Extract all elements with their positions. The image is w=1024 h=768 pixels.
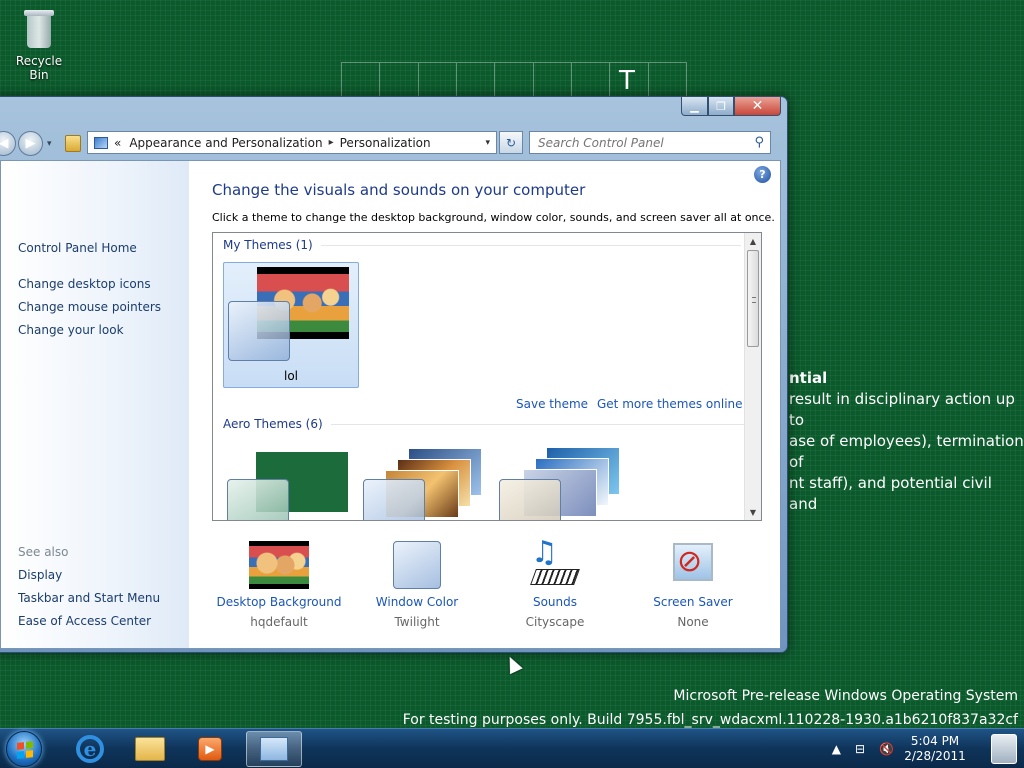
content-area: Control Panel Home Change desktop icons …	[0, 160, 781, 649]
theme-name: lol	[283, 369, 298, 383]
internet-explorer-icon: e	[76, 735, 104, 763]
watermark-line: Microsoft Pre-release Windows Operating …	[673, 688, 1018, 704]
background-text-line: nt staff), and potential civil and	[789, 474, 992, 513]
background-text-line: result in disciplinary action up to	[789, 390, 1015, 429]
breadcrumb-appearance[interactable]: Appearance and Personalization	[129, 136, 322, 150]
desktop-background-setting[interactable]: Desktop Background hqdefault	[209, 541, 349, 629]
window-color-label[interactable]: Window Color	[347, 595, 487, 609]
theme-list-scrollbar[interactable]: ▲ ▼	[744, 233, 761, 520]
change-mouse-pointers-link[interactable]: Change mouse pointers	[18, 300, 161, 314]
get-more-themes-link[interactable]: Get more themes online	[597, 397, 743, 411]
taskbar-clock[interactable]: 5:04 PM 2/28/2011	[904, 734, 966, 764]
see-also-heading: See also	[18, 545, 69, 559]
theme-list: My Themes (1) lol Save theme Get more th…	[212, 232, 762, 521]
page-subtitle: Click a theme to change the desktop back…	[212, 211, 775, 224]
forward-button[interactable]: ▶	[18, 131, 43, 156]
refresh-button[interactable]: ↻	[499, 131, 523, 154]
aero-themes-label: Aero Themes (6)	[223, 417, 323, 431]
address-bar[interactable]: « Appearance and Personalization ▸ Perso…	[87, 131, 497, 154]
recycle-bin[interactable]: Recycle Bin	[6, 6, 72, 82]
maximize-button[interactable]: ❐	[708, 97, 734, 116]
my-themes-label: My Themes (1)	[223, 238, 313, 252]
sounds-icon: ♫	[525, 535, 585, 589]
control-panel-icon	[260, 737, 288, 761]
back-button[interactable]: ◀	[0, 131, 16, 156]
search-box[interactable]: ⚲	[529, 131, 771, 154]
folder-icon	[135, 737, 165, 761]
volume-muted-icon[interactable]: 🔇	[879, 742, 894, 756]
search-input[interactable]	[538, 135, 738, 150]
recycle-bin-icon	[22, 6, 56, 50]
media-player-icon: ▶	[198, 737, 222, 761]
notification-area: ▲ ⊟ 🔇	[818, 729, 894, 768]
taskbar-internet-explorer[interactable]: e	[62, 731, 118, 767]
my-themes-heading: My Themes (1)	[223, 238, 741, 252]
start-button[interactable]	[6, 731, 42, 767]
clock-date: 2/28/2011	[904, 749, 966, 763]
scroll-thumb[interactable]	[747, 250, 759, 347]
window-color-value: Twilight	[394, 615, 440, 629]
breadcrumb-separator-icon[interactable]: ▸	[329, 137, 334, 148]
theme-color-swatch	[227, 479, 289, 520]
desktop-background-label[interactable]: Desktop Background	[209, 595, 349, 609]
sounds-value: Cityscape	[525, 615, 585, 629]
theme-color-swatch	[228, 301, 290, 361]
sounds-label[interactable]: Sounds	[485, 595, 625, 609]
desktop-grid-decoration	[341, 62, 687, 98]
user-avatar-icon	[991, 734, 1017, 764]
caption-buttons: ▁ ❐ ✕	[681, 97, 781, 116]
window-color-setting[interactable]: Window Color Twilight	[347, 541, 487, 629]
background-text: ntial result in disciplinary action up t…	[789, 368, 1024, 515]
recent-pages-dropdown[interactable]: ▾	[47, 139, 52, 149]
taskbar-control-panel[interactable]	[246, 731, 302, 767]
network-icon[interactable]: ⊟	[855, 742, 865, 756]
breadcrumb-personalization[interactable]: Personalization	[340, 136, 431, 150]
page-title: Change the visuals and sounds on your co…	[212, 181, 586, 199]
theme-color-swatch	[499, 479, 561, 520]
theme-color-swatch	[363, 479, 425, 520]
windows-logo-icon	[17, 741, 33, 759]
theme-tile-lol[interactable]: lol	[223, 262, 359, 388]
ease-of-access-link[interactable]: Ease of Access Center	[18, 614, 151, 628]
address-dropdown-icon[interactable]: ▾	[485, 138, 490, 148]
screen-saver-value: None	[677, 615, 709, 629]
help-icon[interactable]: ?	[754, 166, 771, 183]
search-icon[interactable]: ⚲	[754, 135, 764, 150]
control-panel-home-link[interactable]: Control Panel Home	[18, 241, 137, 255]
recycle-bin-label: Recycle Bin	[15, 54, 63, 82]
desktop-background-icon	[249, 541, 309, 589]
scroll-up-button[interactable]: ▲	[745, 233, 761, 249]
display-link[interactable]: Display	[18, 568, 62, 582]
address-overflow-chevron[interactable]: «	[114, 136, 121, 150]
control-panel-icon	[94, 136, 108, 149]
background-text-title: ntial	[789, 369, 828, 387]
change-your-look-link[interactable]: Change your look	[18, 323, 124, 337]
screen-saver-setting[interactable]: ⊘ Screen Saver None	[623, 541, 763, 629]
clock-time: 5:04 PM	[910, 734, 960, 748]
background-text-line: ase of employees), termination of	[789, 432, 1024, 471]
taskbar: e ▶ ▲ ⊟ 🔇 5:04 PM 2/28/2011	[0, 728, 1024, 768]
personalization-window: ▁ ❐ ✕ ◀ ▶ ▾ « Appearance and Personaliza…	[0, 96, 788, 653]
close-button[interactable]: ✕	[734, 97, 781, 116]
window-color-icon	[387, 541, 447, 589]
mouse-cursor-icon	[503, 653, 523, 675]
task-pane: Control Panel Home Change desktop icons …	[1, 161, 189, 648]
build-watermark: Microsoft Pre-release Windows Operating …	[403, 684, 1018, 732]
taskbar-explorer[interactable]	[122, 731, 178, 767]
screen-saver-icon: ⊘	[663, 541, 723, 589]
desktop-letter: T	[619, 66, 635, 96]
user-tile[interactable]	[984, 729, 1024, 768]
sounds-setting[interactable]: ♫ Sounds Cityscape	[485, 535, 625, 629]
desktop-background-value: hqdefault	[250, 615, 308, 629]
aero-themes-heading: Aero Themes (6)	[223, 417, 751, 431]
show-hidden-icons-button[interactable]: ▲	[832, 742, 841, 756]
screen-saver-label[interactable]: Screen Saver	[623, 595, 763, 609]
taskbar-media-player[interactable]: ▶	[182, 731, 238, 767]
change-desktop-icons-link[interactable]: Change desktop icons	[18, 277, 151, 291]
save-theme-link[interactable]: Save theme	[516, 397, 588, 411]
taskbar-start-menu-link[interactable]: Taskbar and Start Menu	[18, 591, 160, 605]
folder-up-icon[interactable]	[65, 135, 81, 152]
scroll-down-button[interactable]: ▼	[745, 504, 761, 520]
minimize-button[interactable]: ▁	[681, 97, 708, 116]
